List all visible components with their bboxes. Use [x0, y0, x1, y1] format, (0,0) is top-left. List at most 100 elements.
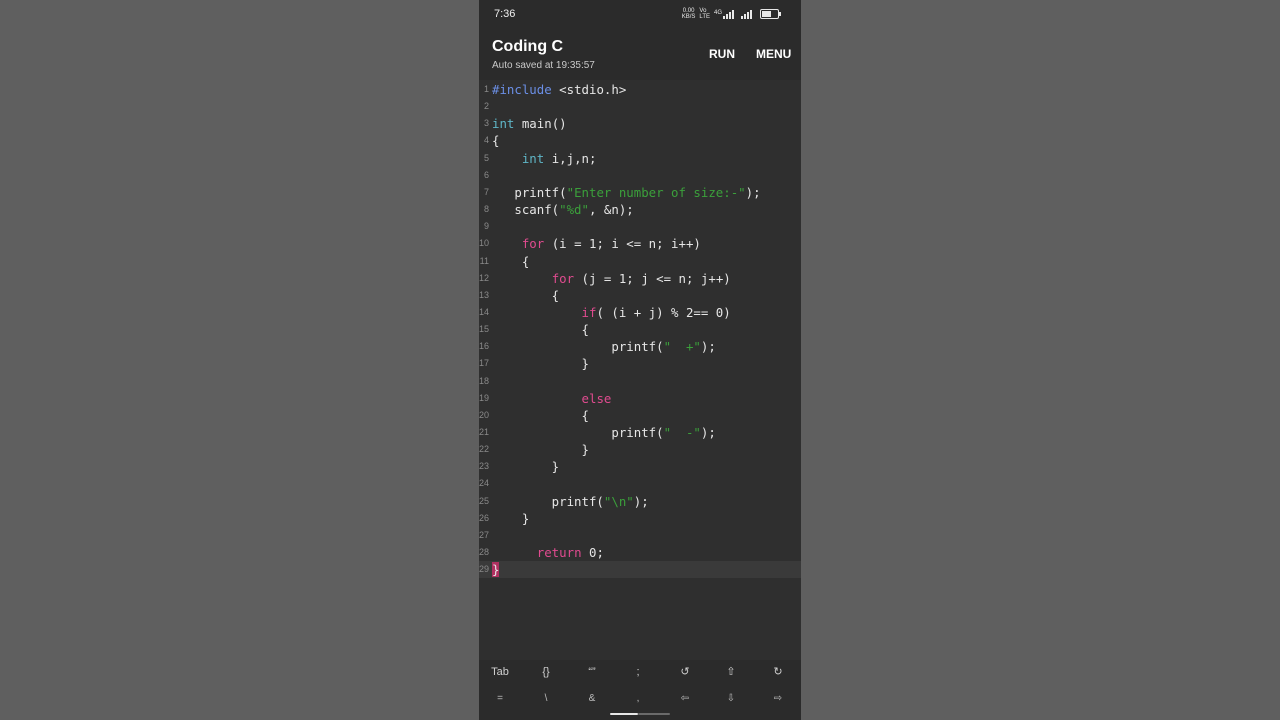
- line-number: 23: [479, 461, 490, 472]
- backslash-key[interactable]: \: [526, 689, 566, 709]
- ampersand-key[interactable]: &: [572, 689, 612, 709]
- code-line[interactable]: 18: [479, 373, 801, 390]
- code-line[interactable]: 26 }: [479, 510, 801, 527]
- code-line[interactable]: 9: [479, 218, 801, 235]
- line-number: 8: [483, 204, 489, 215]
- code-token: );: [700, 339, 716, 355]
- code-line[interactable]: 29}: [479, 561, 801, 579]
- line-number: 27: [479, 529, 490, 540]
- code-token: , &n);: [588, 202, 634, 218]
- code-token: int: [492, 116, 515, 132]
- code-line[interactable]: 22 }: [479, 441, 801, 458]
- arrow-right-icon[interactable]: ⇨: [758, 689, 798, 709]
- line-code: {: [492, 287, 559, 304]
- code-line[interactable]: 20 {: [479, 407, 801, 424]
- line-number: 13: [479, 289, 490, 300]
- line-code: scanf("%d", &n);: [492, 201, 634, 218]
- code-token: (j = 1; j <= n; j++): [574, 270, 731, 286]
- equals-key[interactable]: =: [480, 689, 520, 709]
- line-code: else: [492, 390, 612, 407]
- code-line[interactable]: 28 return 0;: [479, 544, 801, 561]
- code-token: printf(: [492, 493, 604, 509]
- tab-key[interactable]: Tab: [480, 662, 520, 682]
- network-speed: 0.00 KB/S: [682, 8, 696, 20]
- comma-key[interactable]: ,: [618, 689, 658, 709]
- status-bar: 7:36 0.00 KB/S Vo LTE 4G: [479, 0, 801, 30]
- code-token: );: [700, 425, 716, 440]
- line-number: 5: [483, 152, 489, 163]
- code-editor[interactable]: 1 #include <stdio.h> 2 3 int main() 4{5 int i…: [479, 80, 801, 660]
- code-line[interactable]: 19 else: [479, 390, 801, 407]
- code-line[interactable]: 8 scanf("%d", &n);: [479, 201, 801, 218]
- code-line[interactable]: 4{: [479, 132, 801, 149]
- line-number: 18: [479, 375, 490, 386]
- volte-tag: Vo LTE: [699, 8, 710, 20]
- app-bar: Coding C Auto saved at 19:35:57 RUN MENU: [479, 30, 801, 78]
- code-token: for: [551, 270, 575, 286]
- line-number: 14: [479, 306, 490, 317]
- code-token: );: [633, 493, 649, 509]
- line-code: {: [492, 132, 499, 149]
- line-number: 10: [479, 238, 490, 249]
- code-line[interactable]: 11 {: [479, 253, 801, 270]
- code-line[interactable]: 15 {: [479, 321, 801, 338]
- code-line[interactable]: 16 printf(" +");: [479, 338, 801, 355]
- code-line[interactable]: 1 #include <stdio.h>: [479, 81, 801, 98]
- code-token: }: [492, 510, 530, 526]
- code-token: printf(: [492, 184, 567, 200]
- line-number: 3: [483, 118, 489, 129]
- line-code: }: [492, 355, 589, 372]
- code-token: scanf(: [492, 202, 560, 218]
- network-tag: 4G: [713, 9, 722, 16]
- code-token: {: [492, 133, 500, 149]
- code-line[interactable]: 21 printf(" -");: [479, 424, 801, 441]
- semicolon-key[interactable]: ;: [618, 662, 658, 682]
- arrow-down-icon[interactable]: ⇩: [711, 689, 751, 709]
- code-token: "Enter number of size:-": [566, 184, 746, 200]
- line-code: }: [492, 510, 529, 527]
- arrow-left-icon[interactable]: ⇦: [665, 689, 705, 709]
- redo-icon[interactable]: ↻: [758, 662, 798, 682]
- arrow-up-icon[interactable]: ⇧: [711, 662, 751, 682]
- undo-icon[interactable]: ↺: [665, 662, 705, 682]
- home-indicator[interactable]: [610, 713, 638, 715]
- battery-level: [762, 11, 771, 17]
- quotes-key[interactable]: “”: [572, 662, 612, 682]
- line-code: int main(): [492, 115, 567, 132]
- code-line[interactable]: 2: [479, 98, 801, 115]
- code-token: printf(: [492, 425, 664, 440]
- line-number: 7: [483, 186, 489, 197]
- code-line[interactable]: 12 for (j = 1; j <= n; j++): [479, 270, 801, 287]
- code-line[interactable]: 7 printf("Enter number of size:-");: [479, 184, 801, 201]
- braces-key[interactable]: {}: [526, 662, 566, 682]
- line-number: 16: [479, 341, 490, 352]
- signal-group-1: 4G: [713, 9, 734, 19]
- code-line[interactable]: 3 int main(): [479, 115, 801, 132]
- code-token: else: [581, 390, 612, 406]
- line-number: 2: [483, 101, 489, 112]
- code-line[interactable]: 23 }: [479, 458, 801, 475]
- line-code: printf(" +");: [492, 338, 716, 355]
- line-code: for (j = 1; j <= n; j++): [492, 270, 731, 287]
- code-line[interactable]: 17 }: [479, 355, 801, 372]
- code-line[interactable]: 24: [479, 475, 801, 492]
- code-token: }: [492, 459, 560, 475]
- line-number: 6: [483, 169, 489, 180]
- code-token: {: [492, 322, 589, 338]
- code-line[interactable]: 25 printf("\n");: [479, 493, 801, 510]
- code-line[interactable]: 6: [479, 167, 801, 184]
- code-line[interactable]: 5 int i,j,n;: [479, 150, 801, 167]
- line-number: 9: [483, 221, 489, 232]
- code-line[interactable]: 10 for (i = 1; i <= n; i++): [479, 235, 801, 252]
- code-line[interactable]: 14 if( (i + j) % 2== 0): [479, 304, 801, 321]
- code-token: printf(: [492, 339, 664, 355]
- phone-screen: 7:36 0.00 KB/S Vo LTE 4G Coding C Auto s…: [479, 0, 801, 720]
- line-number: 11: [479, 255, 489, 266]
- network-speed-unit: KB/S: [681, 14, 696, 20]
- menu-button[interactable]: MENU: [756, 47, 791, 61]
- run-button[interactable]: RUN: [709, 47, 735, 61]
- code-line[interactable]: 27: [479, 527, 801, 544]
- code-line[interactable]: 13 {: [479, 287, 801, 304]
- code-token: return: [536, 545, 582, 561]
